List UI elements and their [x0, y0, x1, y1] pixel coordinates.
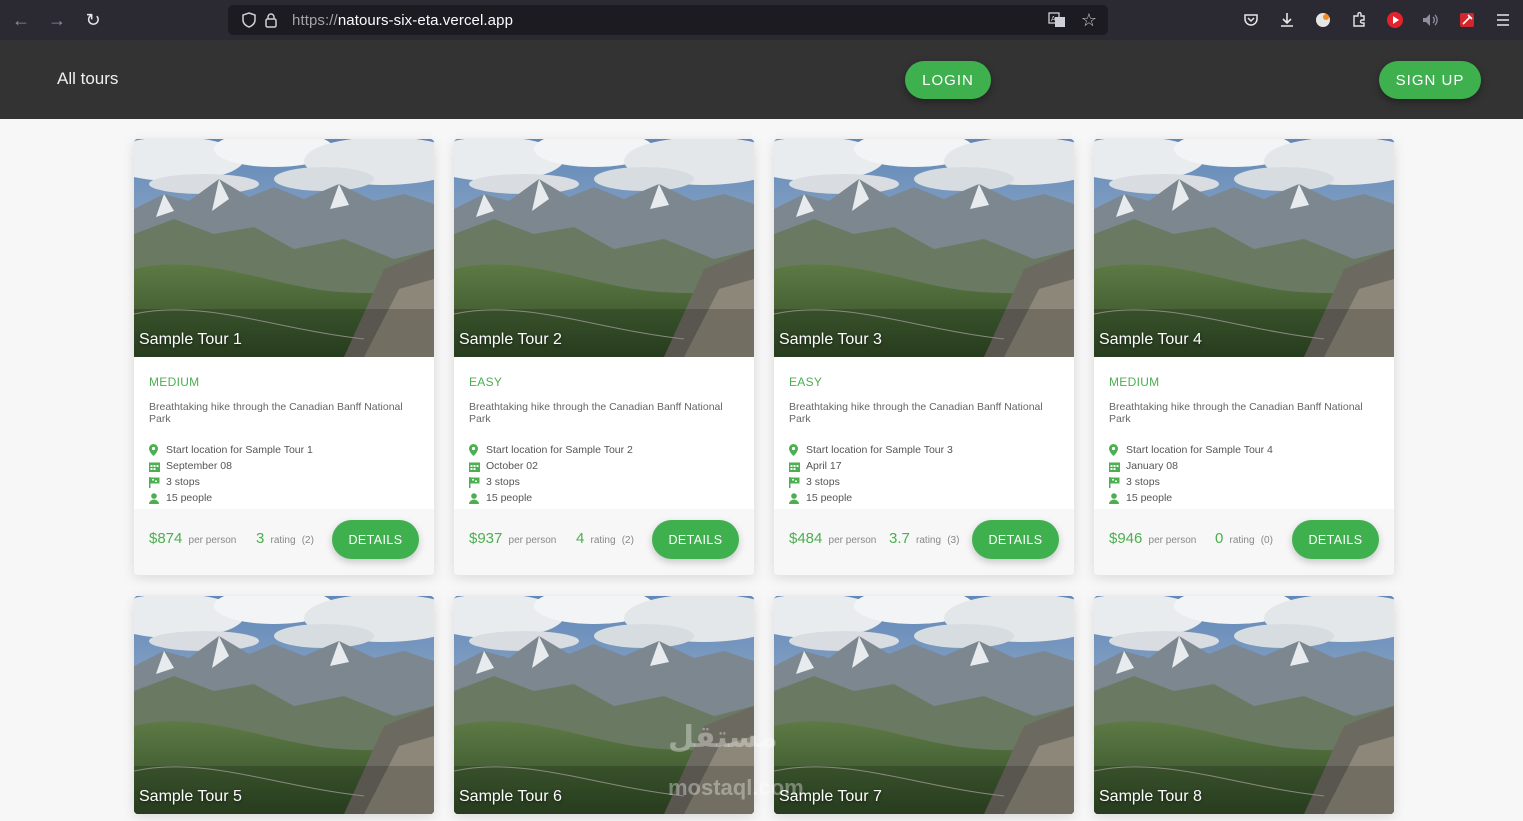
calendar-icon [469, 461, 486, 472]
youtube-extension-icon[interactable] [1377, 0, 1413, 40]
tour-rating: 3.7 rating (3) [889, 530, 960, 547]
tour-card: Sample Tour 4 MEDIUM Breathtaking hike t… [1094, 139, 1394, 575]
tour-image: Sample Tour 2 [454, 139, 754, 357]
tour-stops: 3 stops [166, 476, 200, 488]
flag-icon [789, 476, 806, 488]
address-bar[interactable]: https://natours-six-eta.vercel.app A ☆ [228, 5, 1108, 35]
tour-location: Start location for Sample Tour 1 [166, 444, 313, 456]
tour-difficulty: EASY [469, 375, 503, 389]
flag-icon [149, 476, 166, 488]
watermark-url: mostaql.com [668, 775, 804, 800]
tour-summary: Breathtaking hike through the Canadian B… [1109, 401, 1363, 425]
star-bookmark-icon[interactable]: ☆ [1078, 10, 1100, 31]
speaker-icon[interactable] [1413, 0, 1449, 40]
details-button[interactable]: DETAILS [1292, 520, 1379, 559]
tour-difficulty: MEDIUM [1109, 375, 1160, 389]
tour-group-size: 15 people [166, 492, 213, 504]
tour-group-size: 15 people [1126, 492, 1173, 504]
tour-image: Sample Tour 7 [774, 596, 1074, 814]
tour-price: $946 per person [1109, 530, 1197, 547]
back-icon[interactable]: ← [3, 0, 39, 40]
url-text: https://natours-six-eta.vercel.app [292, 11, 514, 29]
tour-rating: 3 rating (2) [256, 530, 314, 547]
tour-difficulty: EASY [789, 375, 823, 389]
reload-icon[interactable]: ↻ [75, 0, 111, 40]
location-pin-icon [1109, 444, 1126, 456]
browser-toolbar: ← → ↻ https://natours-six-eta.vercel.app… [0, 0, 1523, 40]
svg-text:A: A [1051, 16, 1056, 23]
download-icon[interactable] [1269, 0, 1305, 40]
tour-group-size: 15 people [486, 492, 533, 504]
extensions-icon[interactable] [1341, 0, 1377, 40]
tour-date: April 17 [806, 460, 842, 472]
tour-date: September 08 [166, 460, 232, 472]
watermark: مستقل [668, 720, 778, 755]
tour-card: Sample Tour 7 [774, 596, 1074, 814]
tour-rating: 4 rating (2) [576, 530, 634, 547]
signup-button[interactable]: SIGN UP [1379, 61, 1481, 99]
details-button[interactable]: DETAILS [332, 520, 419, 559]
flag-icon [469, 476, 486, 488]
site-header: All tours LOGIN SIGN UP [0, 40, 1523, 119]
tour-card: Sample Tour 5 [134, 596, 434, 814]
tour-date: January 08 [1126, 460, 1178, 472]
tour-card: Sample Tour 8 [1094, 596, 1394, 814]
all-tours-link[interactable]: All tours [57, 69, 118, 89]
tour-title: Sample Tour 8 [1099, 788, 1202, 805]
translate-icon[interactable]: A [1046, 12, 1068, 28]
tour-summary: Breathtaking hike through the Canadian B… [149, 401, 403, 425]
color-picker-extension-icon[interactable] [1449, 0, 1485, 40]
tour-card: Sample Tour 1 MEDIUM Breathtaking hike t… [134, 139, 434, 575]
menu-icon[interactable] [1485, 0, 1521, 40]
tour-price: $484 per person [789, 530, 877, 547]
tour-date: October 02 [486, 460, 538, 472]
forward-icon[interactable]: → [39, 0, 75, 40]
tour-stops: 3 stops [1126, 476, 1160, 488]
login-button[interactable]: LOGIN [905, 61, 991, 99]
location-pin-icon [149, 444, 166, 456]
tour-image: Sample Tour 1 [134, 139, 434, 357]
tour-title: Sample Tour 1 [139, 331, 242, 348]
tour-title: Sample Tour 4 [1099, 331, 1202, 348]
person-icon [149, 492, 166, 504]
tour-location: Start location for Sample Tour 2 [486, 444, 633, 456]
tour-summary: Breathtaking hike through the Canadian B… [789, 401, 1043, 425]
tour-image: Sample Tour 4 [1094, 139, 1394, 357]
tour-image: Sample Tour 3 [774, 139, 1074, 357]
account-icon[interactable] [1305, 0, 1341, 40]
calendar-icon [1109, 461, 1126, 472]
details-button[interactable]: DETAILS [972, 520, 1059, 559]
tour-stops: 3 stops [486, 476, 520, 488]
calendar-icon [149, 461, 166, 472]
calendar-icon [789, 461, 806, 472]
person-icon [789, 492, 806, 504]
tour-image: Sample Tour 8 [1094, 596, 1394, 814]
tour-card: Sample Tour 2 EASY Breathtaking hike thr… [454, 139, 754, 575]
flag-icon [1109, 476, 1126, 488]
tour-image: Sample Tour 5 [134, 596, 434, 814]
pocket-icon[interactable] [1233, 0, 1269, 40]
tour-title: Sample Tour 2 [459, 331, 562, 348]
tour-title: Sample Tour 5 [139, 788, 242, 805]
details-button[interactable]: DETAILS [652, 520, 739, 559]
tour-price: $874 per person [149, 530, 237, 547]
tour-rating: 0 rating (0) [1215, 530, 1273, 547]
person-icon [469, 492, 486, 504]
tour-card: Sample Tour 3 EASY Breathtaking hike thr… [774, 139, 1074, 575]
tour-stops: 3 stops [806, 476, 840, 488]
person-icon [1109, 492, 1126, 504]
tour-location: Start location for Sample Tour 3 [806, 444, 953, 456]
lock-icon [260, 12, 282, 28]
tour-location: Start location for Sample Tour 4 [1126, 444, 1273, 456]
tour-group-size: 15 people [806, 492, 853, 504]
tour-title: Sample Tour 6 [459, 788, 562, 805]
location-pin-icon [469, 444, 486, 456]
location-pin-icon [789, 444, 806, 456]
tour-price: $937 per person [469, 530, 557, 547]
tour-title: Sample Tour 3 [779, 331, 882, 348]
shield-icon [238, 12, 260, 28]
tour-summary: Breathtaking hike through the Canadian B… [469, 401, 723, 425]
tour-difficulty: MEDIUM [149, 375, 200, 389]
